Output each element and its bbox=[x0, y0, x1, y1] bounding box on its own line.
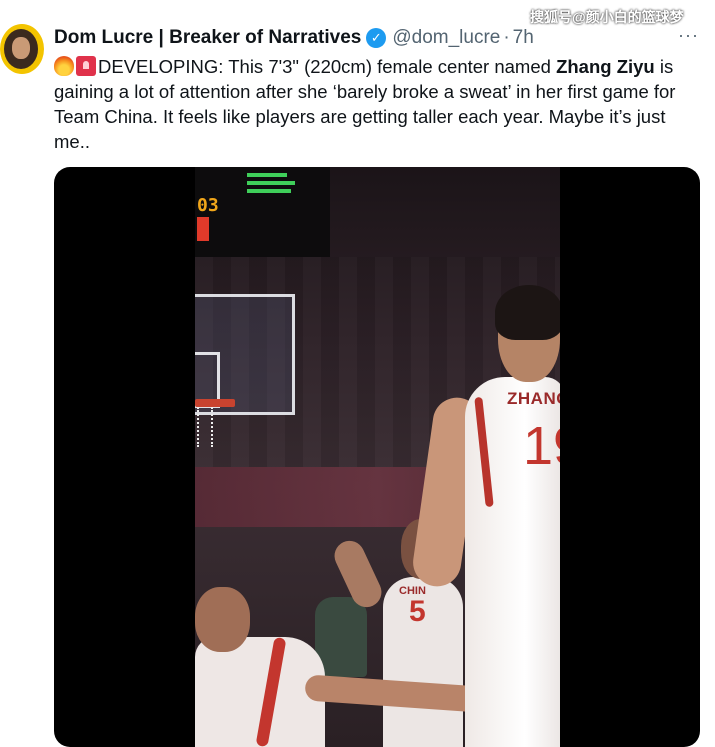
scoreboard-led bbox=[247, 173, 287, 177]
fire-emoji-icon bbox=[54, 56, 74, 76]
separator-dot: · bbox=[503, 27, 510, 48]
scoreboard-led bbox=[247, 181, 295, 185]
tweet-timestamp[interactable]: 7h bbox=[513, 27, 534, 49]
tweet-text-name: Zhang Ziyu bbox=[556, 56, 655, 77]
main-player-hair bbox=[495, 285, 560, 340]
siren-emoji-icon bbox=[76, 56, 96, 76]
avatar[interactable] bbox=[0, 24, 44, 74]
main-player-jersey-number: 19 bbox=[523, 416, 560, 476]
scoreboard-digits: 03 bbox=[197, 195, 219, 216]
avatar-face bbox=[12, 37, 30, 59]
scoreboard: 03 bbox=[195, 167, 330, 257]
tweet-text: DEVELOPING: This 7'3" (220cm) female cen… bbox=[54, 54, 704, 154]
teammate-jersey-number: 5 bbox=[409, 595, 426, 628]
foreground-player-head bbox=[195, 587, 250, 652]
author-handle[interactable]: @dom_lucre bbox=[392, 27, 500, 49]
watermark: 搜狐号@颜小白的篮球梦 bbox=[530, 9, 684, 25]
tweet-text-part-1: DEVELOPING: This 7'3" (220cm) female cen… bbox=[98, 56, 557, 77]
video-frame: 03 CHIN 5 ZHANG 19 bbox=[195, 167, 560, 747]
verified-badge-icon: ✓ bbox=[366, 28, 387, 48]
backboard bbox=[195, 294, 295, 415]
main-player-jersey-name: ZHANG bbox=[507, 389, 560, 408]
basketball-rim bbox=[195, 399, 235, 407]
author-name[interactable]: Dom Lucre | Breaker of Narratives bbox=[54, 27, 361, 49]
tweet[interactable]: Dom Lucre | Breaker of Narratives ✓ @dom… bbox=[0, 0, 715, 747]
more-options-icon[interactable]: ··· bbox=[678, 25, 699, 46]
scoreboard-red-light bbox=[197, 217, 209, 241]
scoreboard-led bbox=[247, 189, 291, 193]
basketball-net bbox=[197, 407, 213, 447]
video-player[interactable]: 03 CHIN 5 ZHANG 19 bbox=[54, 167, 700, 747]
tweet-header: Dom Lucre | Breaker of Narratives ✓ @dom… bbox=[54, 25, 534, 51]
